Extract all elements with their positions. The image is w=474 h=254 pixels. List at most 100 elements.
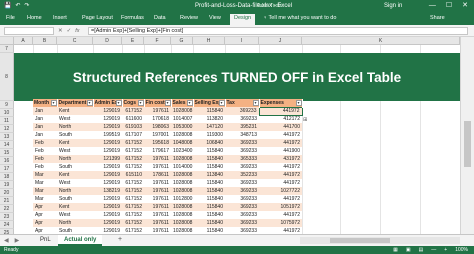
- table-cell[interactable]: 1028008: [171, 131, 193, 139]
- table-cell[interactable]: 441972: [259, 211, 302, 219]
- table-cell[interactable]: 1028008: [171, 155, 193, 163]
- table-cell[interactable]: 115840: [193, 203, 225, 211]
- column-header[interactable]: E: [122, 37, 144, 45]
- table-cell[interactable]: 119300: [193, 131, 225, 139]
- sheet-tab-pnl[interactable]: PnL: [34, 235, 57, 246]
- row-header[interactable]: 9: [0, 101, 14, 109]
- table-cell[interactable]: 129019: [93, 147, 122, 155]
- table-cell[interactable]: 197611: [144, 195, 171, 203]
- column-header[interactable]: K: [302, 37, 460, 45]
- table-cell[interactable]: South: [57, 131, 93, 139]
- column-header[interactable]: G: [171, 37, 193, 45]
- table-cell[interactable]: 197611: [144, 155, 171, 163]
- tab-formulas[interactable]: Formulas: [121, 15, 144, 21]
- table-cell[interactable]: Mar: [33, 187, 57, 195]
- table-cell[interactable]: South: [57, 227, 93, 234]
- table-cell[interactable]: 395231: [225, 123, 259, 131]
- tab-view[interactable]: View: [209, 15, 221, 21]
- zoom-in-icon[interactable]: +: [444, 246, 447, 254]
- table-cell[interactable]: 197611: [144, 163, 171, 171]
- table-cell[interactable]: 115840: [193, 179, 225, 187]
- table-cell[interactable]: 369233: [225, 147, 259, 155]
- page-break-view-icon[interactable]: ▤: [419, 246, 424, 254]
- table-cell[interactable]: 197611: [144, 107, 171, 115]
- table-cell[interactable]: 369233: [225, 227, 259, 234]
- table-cell[interactable]: 441972: [259, 179, 302, 187]
- table-cell[interactable]: 441972: [259, 171, 302, 179]
- row-header[interactable]: 19: [0, 181, 14, 189]
- filter-dropdown-icon[interactable]: ▾: [137, 100, 143, 106]
- table-cell[interactable]: 1028008: [171, 171, 193, 179]
- table-cell[interactable]: 121399: [93, 155, 122, 163]
- table-cell[interactable]: Mar: [33, 171, 57, 179]
- filter-dropdown-icon[interactable]: ▾: [186, 100, 192, 106]
- table-cell[interactable]: 412172: [259, 115, 302, 123]
- table-cell[interactable]: 115840: [193, 187, 225, 195]
- table-cell[interactable]: 198063: [144, 123, 171, 131]
- table-cell[interactable]: 195618: [144, 139, 171, 147]
- table-cell[interactable]: 129019: [93, 171, 122, 179]
- table-header-cell[interactable]: Tax ▾: [225, 99, 260, 107]
- page-layout-view-icon[interactable]: ▣: [406, 246, 411, 254]
- table-cell[interactable]: 365333: [225, 155, 259, 163]
- table-cell[interactable]: 369233: [225, 187, 259, 195]
- table-header-cell[interactable]: Admin Exp ▾: [93, 99, 123, 107]
- table-cell[interactable]: 369233: [225, 195, 259, 203]
- table-cell[interactable]: 129019: [93, 115, 122, 123]
- cancel-icon[interactable]: ✕: [58, 27, 63, 35]
- prev-sheet-icon[interactable]: ◀: [4, 237, 9, 244]
- table-cell[interactable]: 431972: [259, 155, 302, 163]
- undo-icon[interactable]: ↶: [15, 2, 20, 10]
- table-cell[interactable]: North: [57, 219, 93, 227]
- table-cell[interactable]: 106840: [193, 139, 225, 147]
- table-cell[interactable]: 1051972: [259, 203, 302, 211]
- table-cell[interactable]: 1028008: [171, 219, 193, 227]
- row-header[interactable]: 21: [0, 197, 14, 205]
- next-sheet-icon[interactable]: ▶: [15, 237, 20, 244]
- scroll-thumb[interactable]: [464, 121, 471, 167]
- filter-dropdown-icon[interactable]: ▾: [50, 100, 56, 106]
- table-cell[interactable]: 115840: [193, 163, 225, 171]
- table-header-cell[interactable]: Sales ▾: [171, 99, 194, 107]
- table-cell[interactable]: North: [57, 123, 93, 131]
- normal-view-icon[interactable]: ▦: [393, 246, 398, 254]
- table-cell[interactable]: 611600: [122, 115, 144, 123]
- table-cell[interactable]: 197001: [144, 131, 171, 139]
- select-all-corner[interactable]: [0, 37, 14, 45]
- row-header[interactable]: 22: [0, 205, 14, 213]
- tell-me-search[interactable]: ♀ Tell me what you want to do: [263, 15, 336, 21]
- table-header-cell[interactable]: Cogs ▾: [122, 99, 145, 107]
- table-header-cell[interactable]: Selling Exp ▾: [193, 99, 226, 107]
- table-cell[interactable]: 1028008: [171, 179, 193, 187]
- table-cell[interactable]: 617152: [122, 139, 144, 147]
- table-cell[interactable]: Kent: [57, 107, 93, 115]
- table-cell[interactable]: Feb: [33, 163, 57, 171]
- table-cell[interactable]: 197611: [144, 203, 171, 211]
- table-cell[interactable]: 1027722: [259, 187, 302, 195]
- column-header[interactable]: A: [14, 37, 33, 45]
- table-cell[interactable]: 617152: [122, 107, 144, 115]
- maximize-icon[interactable]: ☐: [446, 1, 452, 10]
- zoom-level[interactable]: 100%: [455, 246, 468, 254]
- table-cell[interactable]: 617152: [122, 187, 144, 195]
- table-cell[interactable]: 1053000: [171, 123, 193, 131]
- table-cell[interactable]: 115840: [193, 107, 225, 115]
- table-cell[interactable]: Mar: [33, 195, 57, 203]
- tab-home[interactable]: Home: [27, 15, 42, 21]
- table-cell[interactable]: Feb: [33, 155, 57, 163]
- table-cell[interactable]: 441900: [259, 147, 302, 155]
- table-cell[interactable]: 617152: [122, 163, 144, 171]
- table-cell[interactable]: 1028008: [171, 187, 193, 195]
- table-cell[interactable]: 369233: [225, 163, 259, 171]
- table-cell[interactable]: 441972: [259, 227, 302, 234]
- table-cell[interactable]: 1075972: [259, 219, 302, 227]
- zoom-out-icon[interactable]: —: [431, 246, 436, 254]
- sign-in-link[interactable]: Sign in: [384, 2, 402, 10]
- row-header[interactable]: 24: [0, 221, 14, 229]
- table-cell[interactable]: 115840: [193, 219, 225, 227]
- table-cell[interactable]: 617152: [122, 179, 144, 187]
- table-cell[interactable]: Feb: [33, 147, 57, 155]
- table-cell[interactable]: 369233: [225, 139, 259, 147]
- worksheet-grid[interactable]: A B C D E F G H I J K 7 8 9 10 11 12 13 …: [0, 37, 474, 234]
- formula-input[interactable]: =[Admin Exp]+[Selling Exp]+[Fin cost]: [88, 27, 468, 35]
